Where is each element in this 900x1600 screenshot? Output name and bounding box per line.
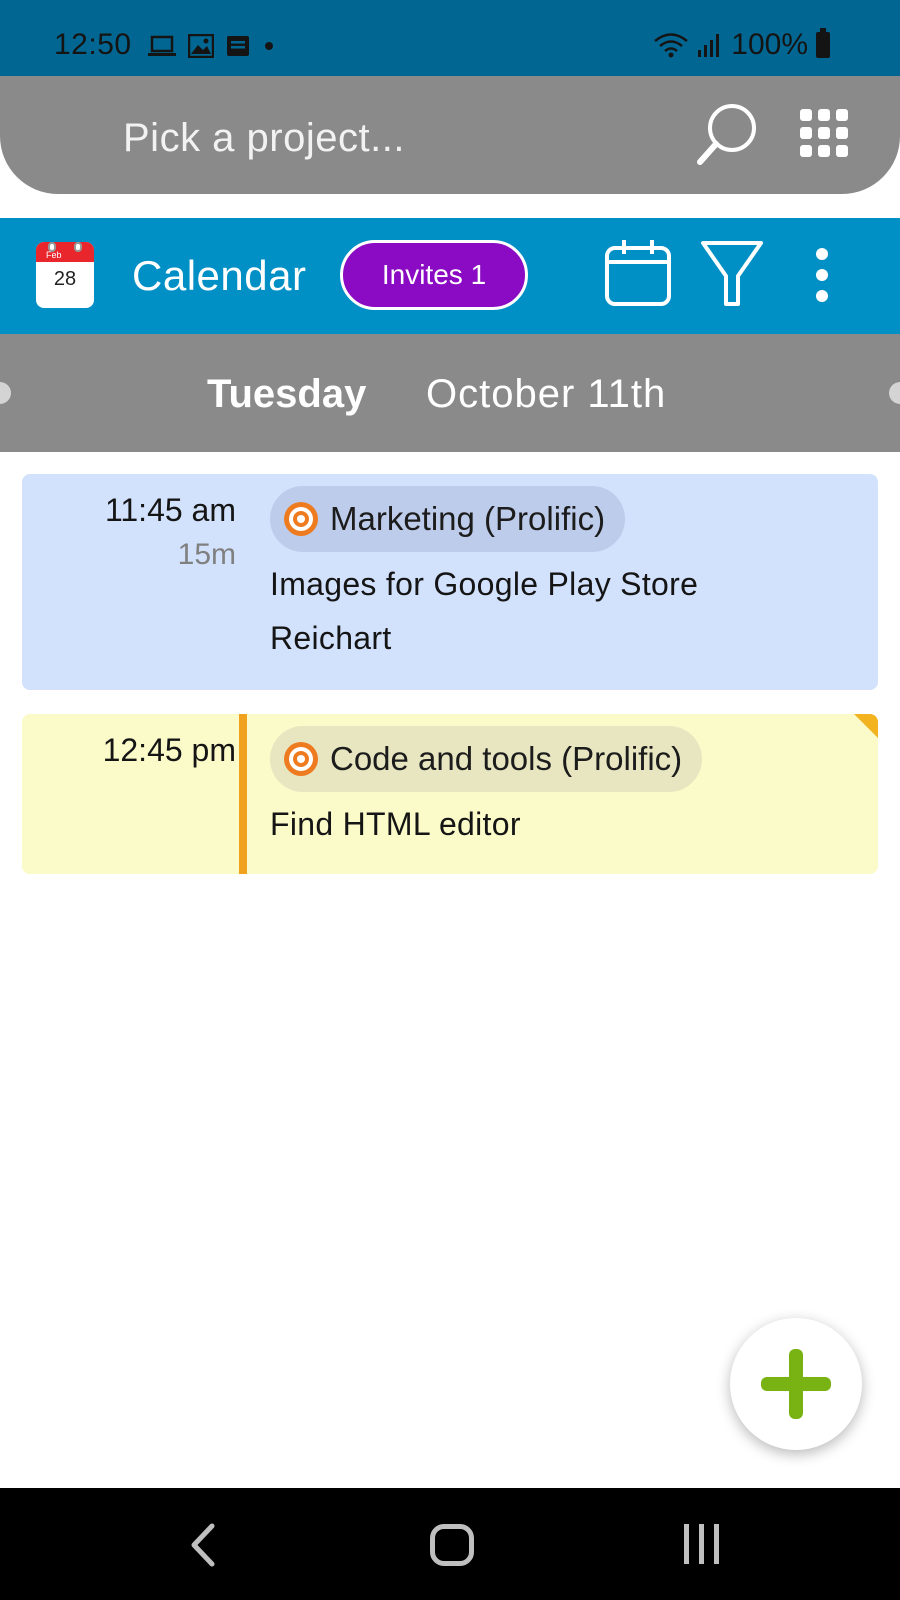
- calendar-view-icon[interactable]: [604, 238, 672, 308]
- date-bar: Tuesday October 11th: [0, 334, 900, 452]
- status-right: 100%: [653, 28, 830, 62]
- plus-icon: [761, 1349, 831, 1419]
- event-card[interactable]: 11:45 am 15m Marketing (Prolific) Images…: [22, 474, 878, 690]
- system-nav-bar: [0, 1488, 900, 1600]
- date-weekday: Tuesday: [207, 372, 367, 416]
- apps-grid-icon[interactable]: [800, 109, 848, 157]
- status-bar: 12:50 100%: [0, 0, 900, 76]
- project-picker[interactable]: Pick a project...: [0, 76, 900, 194]
- event-time-column: 12:45 pm: [22, 714, 244, 874]
- news-icon: [227, 36, 249, 56]
- filter-icon[interactable]: [700, 240, 764, 308]
- ring-icon: [74, 242, 82, 252]
- project-picker-placeholder[interactable]: Pick a project...: [123, 116, 405, 161]
- event-project-chip[interactable]: Code and tools (Prolific): [270, 726, 703, 792]
- calendar-header: Feb 28 Calendar Invites 1: [0, 218, 900, 334]
- battery-percent: 100%: [731, 28, 808, 61]
- calendar-app-icon-day: 28: [53, 268, 77, 290]
- recents-icon[interactable]: [684, 1524, 719, 1564]
- event-title: Find HTML editor: [270, 806, 521, 842]
- calendar-app-icon-month: Feb: [36, 242, 94, 262]
- event-project-label: Code and tools (Prolific): [330, 740, 683, 777]
- event-duration: 15m: [177, 538, 236, 571]
- event-time: 11:45 am: [104, 492, 236, 528]
- note-corner-icon: [854, 714, 878, 738]
- back-icon[interactable]: [188, 1522, 218, 1568]
- home-icon[interactable]: [430, 1524, 474, 1566]
- ring-icon: [48, 242, 56, 252]
- next-day-handle[interactable]: [889, 382, 900, 404]
- status-notification-icons: [148, 34, 276, 58]
- date-label: October 11th: [426, 372, 667, 416]
- calendar-title: Calendar: [132, 252, 307, 299]
- signal-icon: [698, 34, 720, 57]
- event-time: 12:45 pm: [102, 732, 236, 768]
- invites-button[interactable]: Invites 1: [340, 240, 528, 310]
- calendar-app-icon[interactable]: Feb 28: [36, 242, 94, 308]
- event-project-label: Marketing (Prolific): [330, 500, 606, 537]
- event-subtitle: Reichart: [270, 620, 392, 656]
- target-icon: [284, 502, 318, 536]
- search-icon[interactable]: [694, 100, 760, 170]
- target-icon: [284, 742, 318, 776]
- wifi-icon: [654, 33, 689, 58]
- event-time-column: 11:45 am 15m: [22, 474, 244, 690]
- previous-day-handle[interactable]: [0, 382, 11, 404]
- event-project-chip[interactable]: Marketing (Prolific): [270, 486, 626, 552]
- add-event-button[interactable]: [730, 1318, 862, 1450]
- laptop-icon: [148, 35, 176, 56]
- more-vert-icon[interactable]: [816, 248, 828, 302]
- dot-icon: [265, 42, 273, 50]
- event-accent-bar: [239, 714, 247, 874]
- event-card[interactable]: 12:45 pm Code and tools (Prolific) Find …: [22, 714, 878, 874]
- event-title: Images for Google Play Store: [270, 566, 699, 602]
- battery-icon: [816, 28, 830, 58]
- status-time: 12:50: [54, 28, 132, 61]
- image-icon: [188, 34, 214, 58]
